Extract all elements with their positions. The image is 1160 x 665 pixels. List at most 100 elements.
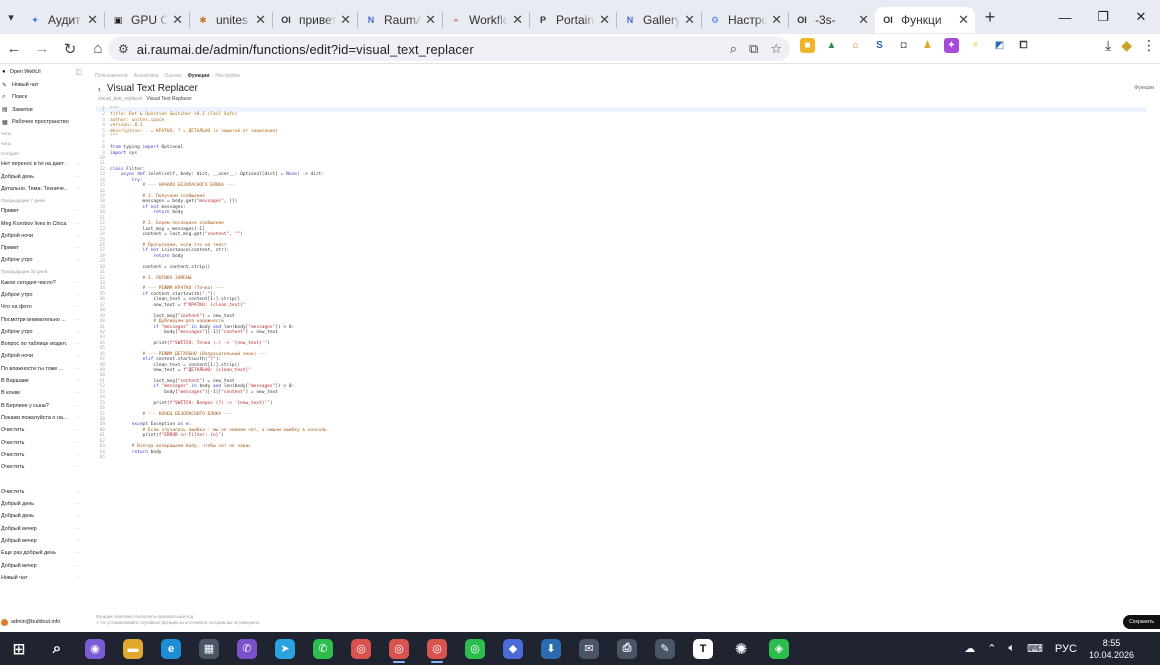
chat-list-item[interactable]: Еще раз добрый день ··· — [0, 547, 88, 559]
mail-app[interactable]: ✉ — [570, 632, 608, 665]
chat-more-icon[interactable]: ··· — [75, 292, 80, 298]
clock[interactable]: 8:55 10.04.2026 — [1083, 637, 1140, 661]
extension-figure-icon[interactable]: ♟ — [920, 38, 935, 53]
printer-app[interactable]: ⎙ — [608, 632, 646, 665]
chat-list-item[interactable] — [0, 473, 88, 485]
chat-more-icon[interactable]: ··· — [75, 161, 80, 167]
tab-close-icon[interactable]: ✕ — [425, 12, 436, 28]
chat-more-icon[interactable]: ··· — [75, 501, 80, 507]
tab-6[interactable]: ⌁ Workflo ✕ — [443, 7, 529, 33]
admin-tab[interactable]: Оценки — [164, 73, 181, 79]
chrome-app[interactable]: ◎ — [342, 632, 380, 665]
admin-tab[interactable]: Пользователи — [95, 73, 128, 79]
chat-more-icon[interactable]: ··· — [75, 245, 80, 251]
admin-tab[interactable]: Аналитика — [134, 73, 159, 79]
chat-list-item[interactable]: Доброй ночи ··· — [0, 230, 88, 242]
zoom-icon[interactable]: ⌕ — [730, 41, 737, 57]
new-tab-button[interactable]: + — [975, 7, 1005, 28]
volume-icon[interactable]: 🔈︎ — [1008, 642, 1015, 655]
tab-9[interactable]: ⚙ Настрой✕ — [702, 7, 788, 33]
chat-more-icon[interactable]: ··· — [75, 440, 80, 446]
tab-close-icon[interactable]: ✕ — [340, 12, 351, 28]
cloud-icon[interactable]: ☁ — [964, 642, 975, 655]
chat-list-item[interactable]: Новый чат ··· — [0, 572, 88, 584]
sidebar-nav-item[interactable]: ✎ Новый чат — [0, 79, 88, 91]
tab-11[interactable]: OI Функци ✕ — [875, 7, 975, 33]
chat-more-icon[interactable]: ··· — [75, 427, 80, 433]
admin-tab[interactable]: Настройки — [215, 73, 240, 79]
chat-list-item[interactable]: Meg Korobov lives in Chica... ··· — [0, 217, 88, 229]
back-icon[interactable]: ← — [0, 35, 28, 63]
chat-list-item[interactable]: Что на фото ··· — [0, 301, 88, 313]
sidebar-nav-item[interactable]: ▤ Заметки — [0, 104, 88, 116]
whatsapp-app[interactable]: ✆ — [304, 632, 342, 665]
sidebar-toggle-icon[interactable]: ◫ — [75, 68, 82, 76]
chat-more-icon[interactable]: ··· — [75, 186, 80, 192]
extension-purple-icon[interactable]: ✦ — [944, 38, 959, 53]
chat-more-icon[interactable]: ··· — [75, 304, 80, 310]
save-button[interactable]: Сохранить — [1123, 615, 1160, 629]
bookmark-star-icon[interactable]: ☆ — [770, 41, 782, 57]
edge-app[interactable]: e — [152, 632, 190, 665]
address-bar[interactable]: ⚙ ai.raumai.de/admin/functions/edit?id=v… — [108, 37, 790, 61]
chat-list-item[interactable]: Очистить ··· — [0, 436, 88, 448]
chat-more-icon[interactable]: ··· — [75, 341, 80, 347]
chat-list-item[interactable]: В Варшаве ··· — [0, 375, 88, 387]
sidebar-nav-item[interactable]: ⌕ Поиск — [0, 91, 88, 103]
chat-list-item[interactable]: Посмотри внимательно ... ··· — [0, 313, 88, 325]
language-indicator[interactable]: РУС — [1055, 643, 1077, 655]
extension-camera-icon[interactable]: ◘ — [896, 38, 911, 53]
tab-close-icon[interactable]: ✕ — [858, 12, 869, 28]
chat-more-icon[interactable]: ··· — [75, 403, 80, 409]
chat-list-item[interactable]: В Берлине у сына? ··· — [0, 400, 88, 412]
keyboard-icon[interactable]: ⌨ — [1027, 642, 1043, 655]
chat-more-icon[interactable]: ··· — [75, 513, 80, 519]
chat-more-icon[interactable]: ··· — [75, 221, 80, 227]
chat-more-icon[interactable]: ··· — [75, 329, 80, 335]
profile-icon[interactable]: ◆ — [1121, 37, 1132, 54]
chat-list-item[interactable]: Какое сегодня число? ··· — [0, 277, 88, 289]
tab-4[interactable]: OI привет ✕ — [273, 7, 357, 33]
chat-more-icon[interactable]: ··· — [75, 575, 80, 581]
chat-list-item[interactable]: Доброе утро ··· — [0, 254, 88, 266]
file-explorer-app[interactable]: ▬ — [114, 632, 152, 665]
chat-list-item[interactable]: Добрый вечер ··· — [0, 535, 88, 547]
chat-list-item[interactable]: Привет ··· — [0, 205, 88, 217]
tab-5[interactable]: N RaumAI✕ — [358, 7, 442, 33]
tab-2[interactable]: ▣ GPU Cl ✕ — [105, 7, 189, 33]
tab-search-icon[interactable]: ▾ — [0, 0, 22, 34]
calculator-app[interactable]: ▦ — [190, 632, 228, 665]
chat-more-icon[interactable]: ··· — [75, 378, 80, 384]
download-app[interactable]: ⬇ — [532, 632, 570, 665]
windows-start-app[interactable]: ⊞ — [0, 632, 38, 665]
extension-s-icon[interactable]: S — [872, 38, 887, 53]
tab-close-icon[interactable]: ✕ — [87, 12, 98, 28]
chat-more-icon[interactable]: ··· — [75, 366, 80, 372]
app-app[interactable]: ◆ — [494, 632, 532, 665]
tab-close-icon[interactable]: ✕ — [684, 12, 695, 28]
tab-close-icon[interactable]: ✕ — [958, 12, 969, 28]
tab-close-icon[interactable]: ✕ — [512, 12, 523, 28]
chat-more-icon[interactable]: ··· — [75, 257, 80, 263]
chat-more-icon[interactable]: ··· — [75, 464, 80, 470]
chat-more-icon[interactable]: ··· — [75, 317, 80, 323]
tab-close-icon[interactable]: ✕ — [771, 12, 782, 28]
search-app[interactable]: ⌕ — [38, 632, 76, 665]
copilot-app[interactable]: ◉ — [76, 632, 114, 665]
chat-list-item[interactable]: Доброе утро ··· — [0, 326, 88, 338]
browser-menu-icon[interactable]: ⋮ — [1142, 37, 1156, 54]
chrome-profile-3-app[interactable]: ◎ — [456, 632, 494, 665]
minimize-icon[interactable]: — — [1046, 0, 1084, 34]
site-info-icon[interactable]: ⚙ — [118, 42, 129, 56]
chat-list-item[interactable]: По влажности ты тоже ... ··· — [0, 363, 88, 375]
back-button[interactable]: ‹ — [98, 84, 101, 94]
chrome-profile-app[interactable]: ◎ — [380, 632, 418, 665]
restore-icon[interactable]: ❐ — [1084, 0, 1122, 34]
telegram-app[interactable]: ➤ — [266, 632, 304, 665]
close-window-icon[interactable]: ✕ — [1122, 0, 1160, 34]
chat-list-item[interactable]: Очистить ··· — [0, 424, 88, 436]
tab-close-icon[interactable]: ✕ — [172, 12, 183, 28]
tab-1[interactable]: ✦ Аудит и ✕ — [22, 7, 104, 33]
page-title[interactable]: Visual Text Replacer — [107, 83, 198, 94]
tab-10[interactable]: OI -3s- ✕ — [789, 7, 875, 33]
